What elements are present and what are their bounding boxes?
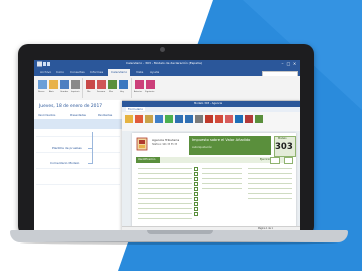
form-line: [202, 178, 242, 179]
form-line: [138, 173, 192, 174]
model-label: Modelo: [278, 137, 287, 140]
form-line: [138, 188, 192, 189]
search-icon[interactable]: [195, 115, 203, 123]
section-label: Identificación: [138, 158, 156, 161]
camera-icon: [160, 47, 165, 52]
form-line: [138, 213, 192, 214]
agency-name: Agencia Tributaria: [152, 138, 180, 142]
form-subtitle: Autoliquidación: [192, 146, 213, 149]
model-number: 303: [275, 142, 293, 152]
form-line: [202, 183, 242, 184]
form-line: [248, 178, 292, 179]
print-icon[interactable]: [135, 115, 143, 123]
form-line: [138, 193, 192, 194]
delete-icon[interactable]: [165, 115, 173, 123]
checkbox[interactable]: [194, 177, 198, 181]
period-field[interactable]: [284, 157, 293, 164]
checkbox[interactable]: [194, 167, 198, 171]
exercise-label: Ejercicio: [260, 158, 270, 161]
save-icon[interactable]: [125, 115, 133, 123]
form-line: [248, 188, 292, 189]
form-line: [138, 178, 192, 179]
help-icon[interactable]: [205, 115, 213, 123]
form-line: [248, 193, 292, 194]
close-icon[interactable]: [215, 115, 223, 123]
pdf-icon[interactable]: [245, 115, 253, 123]
form-line: [138, 198, 192, 199]
form-line: [202, 168, 242, 169]
checkbox[interactable]: [194, 207, 198, 211]
checkbox[interactable]: [194, 192, 198, 196]
laptop-shadow: [20, 241, 338, 245]
form-window-content: Modelo 303 - Agencia Formulario Agencia …: [34, 60, 300, 232]
export-icon[interactable]: [235, 115, 243, 123]
checkbox[interactable]: [194, 172, 198, 176]
form-window-title: Modelo 303 - Agencia: [194, 102, 223, 105]
form-line: [248, 168, 292, 169]
form-line: [248, 173, 292, 174]
view-icon[interactable]: [225, 115, 233, 123]
copy-icon[interactable]: [175, 115, 183, 123]
checkbox[interactable]: [194, 187, 198, 191]
validate-icon[interactable]: [155, 115, 163, 123]
form-line: [248, 183, 292, 184]
form-line: [138, 208, 192, 209]
agency-phone: Teléfono: 901 33 55 33: [152, 143, 178, 146]
checkbox[interactable]: [194, 182, 198, 186]
agency-logo-icon: [136, 137, 148, 151]
form-title: Impuesto sobre el Valor Añadido: [192, 138, 251, 142]
exercise-field[interactable]: [270, 157, 280, 164]
form-line: [138, 203, 192, 204]
send-icon[interactable]: [145, 115, 153, 123]
exit-icon[interactable]: [255, 115, 263, 123]
form-line: [138, 183, 192, 184]
form-line: [248, 198, 292, 199]
tab-formulario[interactable]: Formulario: [126, 107, 145, 111]
form-line: [202, 188, 242, 189]
checkbox[interactable]: [194, 212, 198, 216]
laptop-notch: [147, 230, 213, 234]
form-line: [202, 173, 242, 174]
checkbox[interactable]: [194, 202, 198, 206]
form-line: [138, 168, 192, 169]
checkbox[interactable]: [194, 197, 198, 201]
paste-icon[interactable]: [185, 115, 193, 123]
form-line: [138, 218, 192, 219]
